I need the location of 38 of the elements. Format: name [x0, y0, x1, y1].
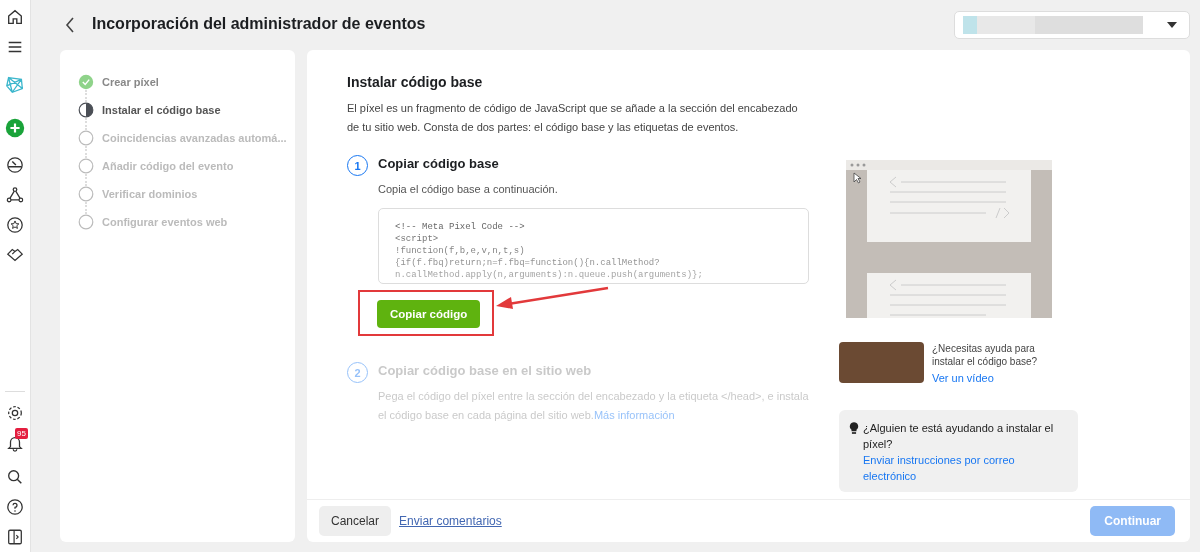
lightbulb-icon [849, 421, 859, 435]
add-icon[interactable] [4, 117, 26, 139]
step-label[interactable]: Crear píxel [102, 76, 159, 88]
back-icon[interactable] [64, 15, 76, 35]
code-line: n.callMethod.apply(n,arguments):n.queue.push(arguments)}; [395, 269, 704, 281]
page-title: Incorporación del administrador de eventos [92, 15, 427, 33]
cancel-button[interactable]: Cancelar [319, 506, 392, 536]
help-icon[interactable] [6, 498, 24, 516]
search-icon[interactable] [6, 468, 24, 486]
bell-icon[interactable] [6, 434, 24, 452]
watch-video-link[interactable]: Ver un vídeo [932, 372, 994, 384]
code-line: {if(f.fbq)return;n=f.fbq=function(){n.callMethod? [395, 257, 661, 269]
help-question: ¿Necesitas ayuda para instalar el código base? [932, 342, 1039, 368]
step-label[interactable]: Verificar dominios [102, 188, 198, 200]
gauge-icon[interactable] [6, 156, 24, 174]
panel-toggle-icon[interactable] [6, 528, 24, 546]
task-text: Copia el código base a continuación. [378, 182, 559, 197]
task-title: Copiar código base [378, 156, 500, 171]
send-instructions-link[interactable]: Enviar instrucciones por correo electrónico [863, 452, 1066, 484]
code-line: <script> [395, 233, 440, 245]
step-label[interactable]: Instalar el código base [102, 104, 221, 116]
feedback-link[interactable]: Enviar comentarios [399, 514, 502, 528]
section-title: Instalar código base [347, 74, 484, 90]
handshake-icon[interactable] [6, 246, 24, 264]
notification-badge: 95 [15, 428, 28, 439]
code-line: <!-- Meta Pixel Code --> [395, 221, 526, 233]
step-label[interactable]: Añadir código del evento [102, 160, 234, 172]
nodes-icon[interactable] [6, 186, 24, 204]
video-thumbnail[interactable] [839, 342, 924, 383]
settings-icon[interactable] [6, 404, 24, 422]
caret-icon [1167, 22, 1177, 28]
step-label[interactable]: Configurar eventos web [102, 216, 228, 228]
tip-text: ¿Alguien te está ayudando a instalar el píxel? [863, 422, 1054, 450]
step-label[interactable]: Coincidencias avanzadas automá... [102, 132, 287, 144]
copy-code-button[interactable]: Copiar código [377, 300, 481, 328]
code-line: !function(f,b,e,v,n,t,s) [395, 245, 526, 257]
intro-text: El píxel es un fragmento de código de JavaScript que se añade a la sección del encabezado de tu sitio web. Consta de dos partes: el código base y las etiquetas de eventos. [347, 101, 799, 135]
home-icon[interactable] [6, 8, 24, 26]
